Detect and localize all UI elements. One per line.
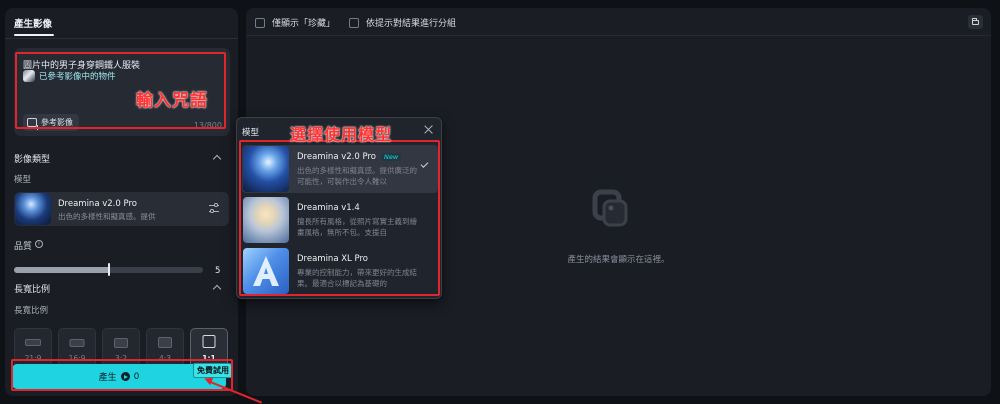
tab-divider [5, 38, 238, 39]
ratio-shape-icon [69, 339, 85, 347]
ratio-shape-icon [114, 338, 128, 348]
folder-icon [972, 18, 979, 25]
model-description: 出色的多樣性和擬真感。提供 [58, 212, 156, 221]
quality-slider-handle[interactable] [107, 263, 110, 276]
chevron-up-icon[interactable] [212, 284, 222, 294]
tab-generate-image[interactable]: 產生影像 [14, 16, 52, 30]
sliders-icon[interactable] [209, 203, 219, 214]
filter-row: 僅顯示「珍藏」 依提示對結果進行分組 [255, 16, 456, 29]
close-icon[interactable] [424, 125, 433, 134]
group-filter-label: 依提示對結果進行分組 [366, 19, 457, 29]
favorites-checkbox[interactable] [255, 17, 265, 28]
info-icon[interactable]: i [35, 240, 43, 248]
model-label: 模型 [14, 175, 32, 185]
image-type-heading: 影像類型 [14, 155, 51, 165]
results-divider [246, 35, 991, 36]
chevron-up-icon[interactable] [212, 154, 222, 164]
aspect-ratio-label: 長寬比例 [14, 306, 49, 316]
tab-underline [14, 34, 54, 36]
quality-label: 品質 [14, 242, 33, 252]
model-annotation-label: 選擇使用模型 [290, 125, 393, 144]
model-thumbnail [15, 193, 51, 225]
quality-slider-fill [14, 267, 109, 273]
aspect-ratio-heading: 長寬比例 [14, 285, 51, 295]
popup-title: 模型 [242, 128, 260, 138]
quality-value: 5 [215, 266, 221, 276]
ratio-shape-icon [158, 337, 172, 348]
prompt-annotation-label: 輸入咒語 [136, 91, 208, 111]
favorites-filter[interactable]: 僅顯示「珍藏」 [255, 16, 335, 29]
group-by-prompt-filter[interactable]: 依提示對結果進行分組 [349, 16, 456, 29]
model-selector[interactable]: Dreamina v2.0 Pro 出色的多樣性和擬真感。提供 [14, 192, 229, 226]
ratio-shape-icon [25, 339, 41, 346]
generate-annotation-box [11, 359, 233, 391]
model-name: Dreamina v2.0 Pro [58, 199, 137, 209]
empty-gallery-icon [592, 189, 628, 227]
folder-button[interactable] [968, 15, 983, 29]
ratio-shape-icon [202, 335, 216, 348]
group-checkbox[interactable] [349, 17, 360, 28]
model-annotation-box [239, 140, 440, 296]
favorites-filter-label: 僅顯示「珍藏」 [272, 19, 336, 29]
